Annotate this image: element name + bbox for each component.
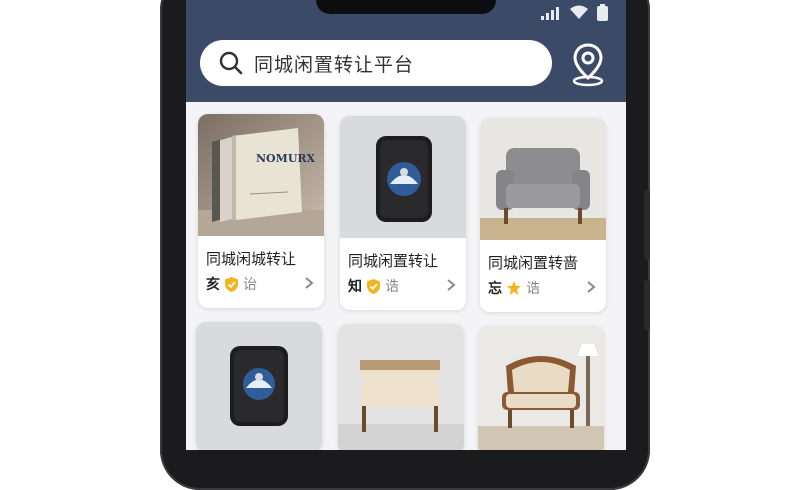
listing-card[interactable]: NOMURX 同城闲城转让 亥 诒 <box>198 114 324 308</box>
chevron-right-icon[interactable] <box>446 278 456 292</box>
listing-title: 同城闲置转让 <box>348 252 439 270</box>
listing-seller-row: 忘 诰 <box>488 278 540 298</box>
listing-image <box>338 324 464 450</box>
seller-tag: 诰 <box>526 281 540 297</box>
search-placeholder[interactable]: 同城闲置转让平台 <box>254 50 414 77</box>
listing-title: 同城闲城转让 <box>206 250 297 268</box>
star-icon <box>507 281 521 295</box>
listing-title: 同城闲置转啬 <box>488 254 579 272</box>
wifi-icon <box>570 5 588 19</box>
battery-icon <box>597 4 608 21</box>
app-header: 同城闲置转让平台 <box>186 0 626 102</box>
search-icon <box>219 51 243 75</box>
shield-check-icon <box>367 278 380 294</box>
listing-card[interactable] <box>478 326 604 450</box>
listing-card[interactable] <box>338 324 464 450</box>
search-bar[interactable]: 同城闲置转让平台 <box>200 40 552 86</box>
seller-name: 知 <box>348 279 362 295</box>
listing-image <box>196 322 322 450</box>
phone-side-button <box>644 280 650 330</box>
location-pin-icon[interactable] <box>570 42 606 88</box>
listing-image <box>340 116 466 238</box>
phone-notch <box>316 0 496 14</box>
seller-name: 亥 <box>206 277 220 293</box>
listing-grid: NOMURX 同城闲城转让 亥 诒 同城闲置转让 知 诰 同城闲置转啬 忘 诰 <box>186 102 626 450</box>
shield-check-icon <box>225 276 238 292</box>
chevron-right-icon[interactable] <box>586 280 596 294</box>
listing-card[interactable] <box>196 322 322 450</box>
app-screen: 同城闲置转让平台 NOMURX 同城闲城转让 亥 诒 同城闲置转让 知 诰 同城… <box>186 0 626 450</box>
listing-image <box>478 326 604 450</box>
svg-text:NOMURX: NOMURX <box>256 152 316 165</box>
signal-icon <box>541 6 559 20</box>
listing-image <box>480 118 606 240</box>
seller-tag: 诒 <box>243 277 257 293</box>
status-bar <box>541 4 608 21</box>
listing-card[interactable]: 同城闲置转啬 忘 诰 <box>480 118 606 312</box>
seller-name: 忘 <box>488 281 502 297</box>
listing-seller-row: 知 诰 <box>348 276 399 296</box>
listing-image: NOMURX <box>198 114 324 236</box>
seller-tag: 诰 <box>385 279 399 295</box>
listing-card[interactable]: 同城闲置转让 知 诰 <box>340 116 466 310</box>
phone-side-button <box>644 190 650 260</box>
chevron-right-icon[interactable] <box>304 276 314 290</box>
listing-seller-row: 亥 诒 <box>206 274 257 294</box>
